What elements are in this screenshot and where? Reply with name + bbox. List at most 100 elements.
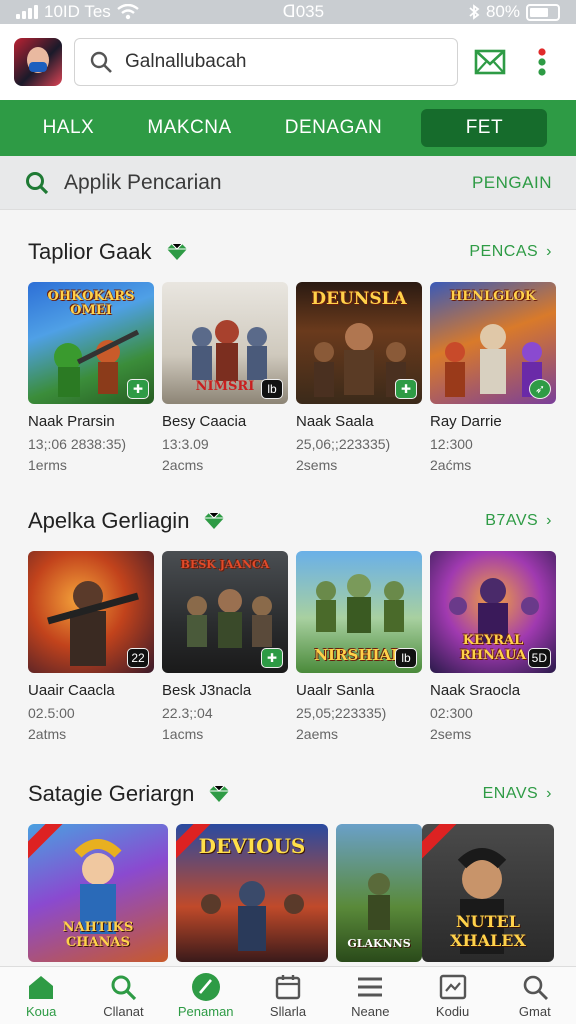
nav-label: Kodiu	[435, 1004, 470, 1019]
game-meta: 22.3;:04	[162, 705, 213, 721]
game-card[interactable]: NAHTIKS CHANAS	[28, 824, 168, 962]
game-card[interactable]: NIMSRI lb Besy Caacia 13:3.09 2acms	[162, 282, 288, 473]
section-satagie-geriargn: Satagie Geriargn ENAVS › NAHTIKS CHANAS D…	[0, 774, 576, 962]
mail-icon	[474, 49, 506, 75]
chevron-right-icon: ›	[546, 243, 552, 260]
status-bar: 10ID Tes ᗡ035 80%	[0, 0, 576, 24]
section-taplior-gaak: Taplior Gaak PENCAS › OHKOKARS OMEI ✚ Naa…	[0, 232, 576, 473]
platform-badge: 5D	[527, 648, 551, 668]
chevron-right-icon: ›	[546, 512, 552, 529]
game-count: 1acms	[162, 726, 204, 742]
nav-kodiu[interactable]: Kodiu	[418, 972, 488, 1019]
home-icon	[29, 976, 54, 999]
wifi-icon	[117, 4, 139, 20]
see-more-link[interactable]: B7AVS ›	[485, 512, 552, 530]
platform-badge: lb	[261, 379, 283, 399]
game-name: Uaalr Sanla	[296, 682, 375, 699]
game-meta: 12:300	[430, 436, 473, 452]
game-count: 1erms	[28, 457, 67, 473]
game-title-art: DEUNSLA	[311, 289, 407, 309]
platform-badge: ➶	[529, 379, 551, 399]
tab-fet[interactable]: FET	[421, 109, 548, 147]
platform-badge: 22	[127, 648, 149, 668]
game-name: Naak Saala	[296, 413, 374, 430]
game-name: Naak Prarsin	[28, 413, 115, 430]
game-count: 2acms	[162, 457, 204, 473]
section-apelka-gerliagin: Apelka Gerliagin B7AVS › 22 Uaair Caacla …	[0, 501, 576, 742]
game-title-art: DEVIOUS	[198, 834, 306, 858]
nav-penaman[interactable]: Penaman	[171, 972, 241, 1019]
game-title-art: HENLGLOK	[449, 289, 537, 304]
game-card[interactable]: HENLGLOK ➶ Ray Darrie 12:300 2aćms	[430, 282, 556, 473]
nav-cllanat[interactable]: Cllanat	[88, 972, 158, 1019]
game-count: 2aems	[296, 726, 339, 742]
game-card[interactable]: KEYRAL RHNAUA 5D Naak Sraocla 02:300 2se…	[430, 551, 556, 742]
game-name: Uaair Caacla	[28, 682, 115, 699]
game-card[interactable]: NUTEL XHALEX	[422, 824, 554, 962]
signal-icon	[16, 5, 38, 19]
game-card[interactable]: OHKOKARS OMEI ✚ Naak Prarsin 13;:06 2838…	[28, 282, 154, 473]
game-meta: 13;:06 2838:35)	[28, 436, 127, 452]
app-search-bar[interactable]: Applik Pencarian PENGAIN	[0, 156, 576, 210]
game-count: 2sems	[296, 457, 338, 473]
compass-icon	[191, 973, 220, 1001]
game-card[interactable]: DEUNSLA ✚ Naak Saala 25,06;;223335) 2sem…	[296, 282, 422, 473]
bottom-nav: Koua Cllanat Penaman Sllarla Neane Kodiu…	[0, 966, 576, 1024]
game-name: Naak Sraocla	[430, 682, 521, 699]
game-name: Besk J3nacla	[162, 682, 252, 699]
app-search-action[interactable]: PENGAIN	[472, 173, 552, 193]
search-icon	[523, 975, 548, 1000]
game-meta: 25,05;223335)	[296, 705, 387, 721]
game-title-art: NAHTIKS CHANAS	[62, 920, 134, 950]
game-name: Besy Caacia	[162, 413, 247, 430]
see-more-link[interactable]: ENAVS ›	[483, 785, 552, 803]
game-card[interactable]: DEVIOUS	[176, 824, 328, 962]
game-card[interactable]: GLAKNNS	[336, 824, 422, 962]
search-icon	[90, 51, 112, 73]
nav-label: Sllarla	[269, 1004, 307, 1019]
game-meta: 13:3.09	[162, 436, 209, 452]
tab-halx[interactable]: HALX	[29, 109, 109, 147]
more-button[interactable]	[522, 42, 562, 82]
section-title: Taplior Gaak	[28, 239, 152, 264]
bluetooth-icon	[469, 4, 480, 20]
app-search-label: Applik Pencarian	[64, 170, 222, 194]
nav-koua[interactable]: Koua	[6, 972, 76, 1019]
nav-gmat[interactable]: Gmat	[500, 972, 570, 1019]
game-card[interactable]: BESK JAANCA ✚ Besk J3nacla 22.3;:04 1acm…	[162, 551, 288, 742]
game-title-art: OHKOKARS OMEI	[47, 289, 135, 319]
more-vertical-icon	[538, 48, 546, 76]
game-card[interactable]: 22 Uaair Caacla 02.5:00 2atms	[28, 551, 154, 742]
search-input[interactable]: Galnallubacah	[74, 38, 458, 86]
platform-badge: lb	[395, 648, 417, 668]
game-meta: 25,06;;223335)	[296, 436, 391, 452]
see-more-link[interactable]: PENCAS ›	[469, 243, 552, 261]
game-meta: 02:300	[430, 705, 473, 721]
search-value: Galnallubacah	[125, 51, 247, 72]
gem-icon	[204, 512, 225, 529]
game-name: Ray Darrie	[430, 413, 502, 430]
game-count: 2aćms	[430, 457, 472, 473]
avatar[interactable]	[14, 38, 62, 86]
tab-makcna[interactable]: MAKCNA	[133, 109, 245, 147]
nav-label: Cllanat	[103, 1004, 144, 1019]
gem-icon	[166, 243, 187, 260]
mail-button[interactable]	[470, 42, 510, 82]
image-icon	[439, 974, 466, 1000]
section-title: Satagie Geriargn	[28, 781, 195, 806]
game-count: 2sems	[430, 726, 472, 742]
game-card[interactable]: NIRSHIAR lb Uaalr Sanla 25,05;223335) 2a…	[296, 551, 422, 742]
platform-badge: ✚	[127, 379, 149, 399]
search-icon	[111, 975, 137, 1001]
game-title-art: NUTEL XHALEX	[450, 912, 526, 950]
nav-neane[interactable]: Neane	[335, 972, 405, 1019]
nav-sllarla[interactable]: Sllarla	[253, 972, 323, 1019]
menu-icon	[358, 977, 383, 997]
calendar-icon	[275, 975, 301, 1000]
platform-badge: ✚	[261, 648, 283, 668]
tab-denagan[interactable]: DENAGAN	[271, 109, 396, 147]
platform-badge: ✚	[395, 379, 417, 399]
chevron-right-icon: ›	[546, 785, 552, 802]
app-bar: Galnallubacah	[0, 24, 576, 100]
game-count: 2atms	[28, 726, 67, 742]
